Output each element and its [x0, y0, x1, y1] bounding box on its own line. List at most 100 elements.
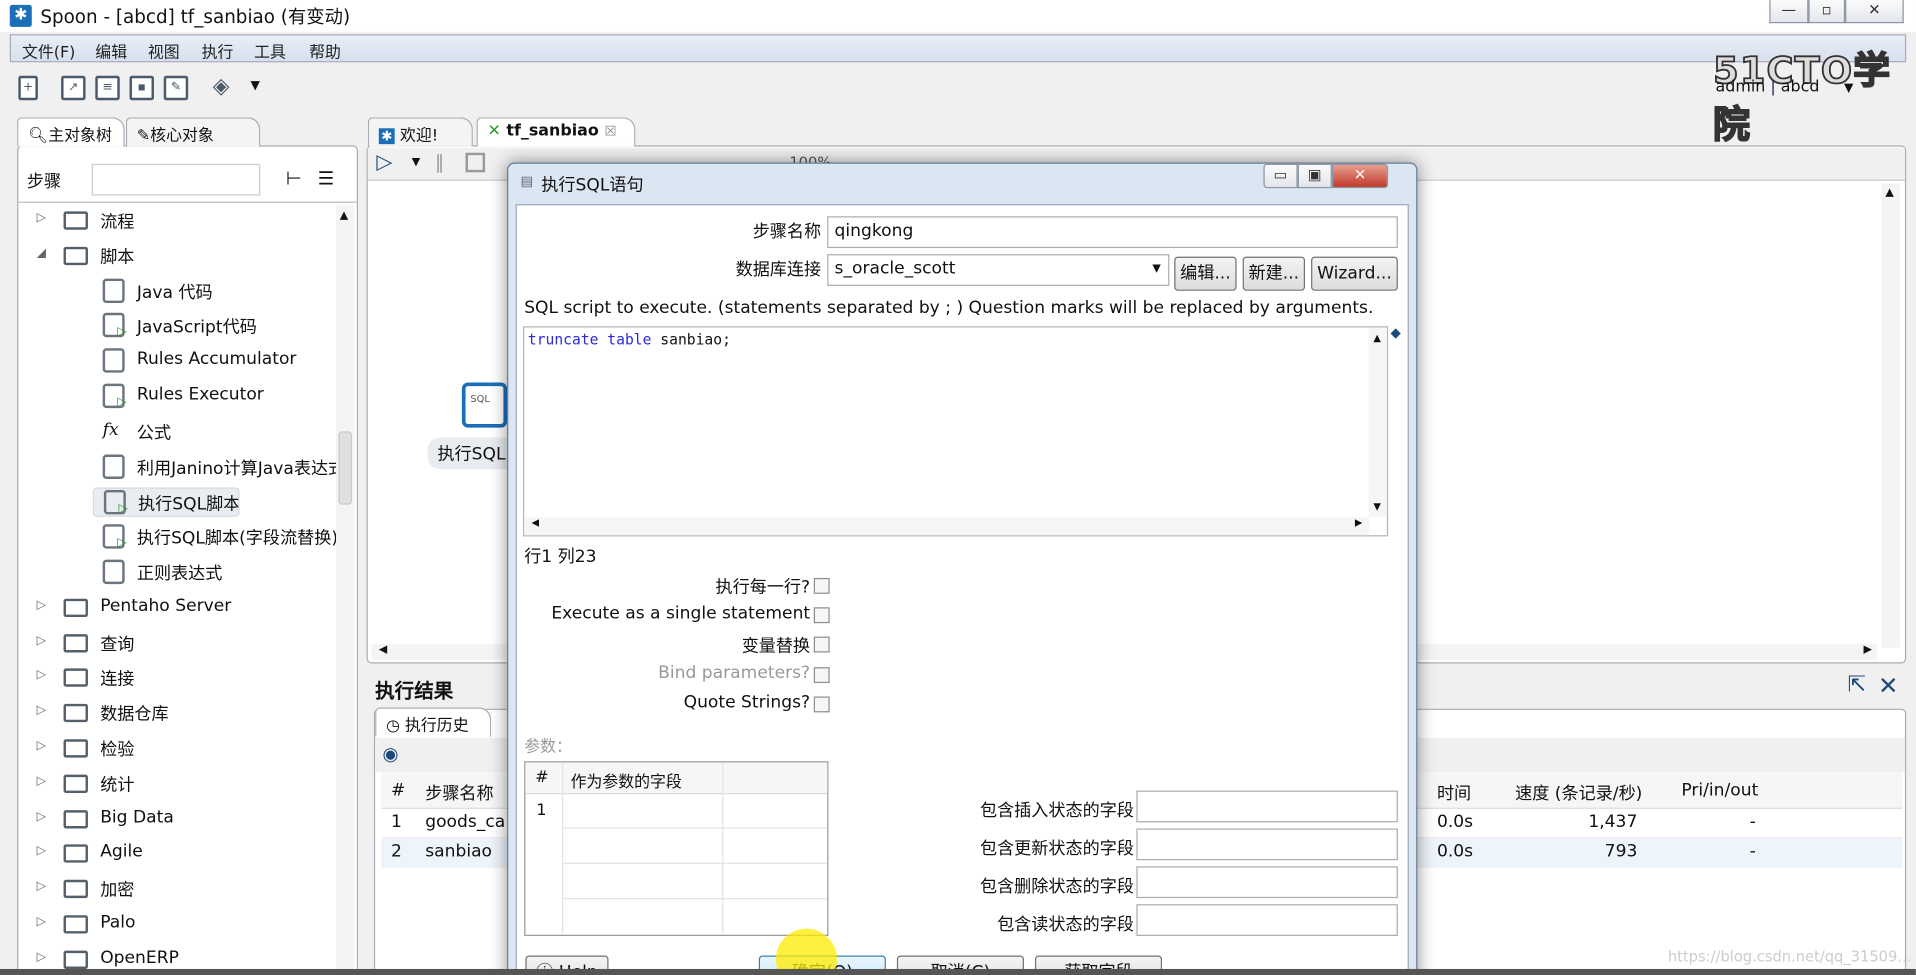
- tree-item[interactable]: ▷ 流程: [27, 207, 339, 236]
- collapse-all-icon[interactable]: ☰: [318, 167, 334, 189]
- option-checkbox[interactable]: [813, 607, 830, 624]
- explore-icon[interactable]: ≡: [95, 75, 120, 101]
- tab-main-tree[interactable]: 🔍︎主对象树: [17, 117, 125, 147]
- expand-icon[interactable]: ▷: [37, 845, 46, 858]
- menu-file[interactable]: 文件(F): [22, 39, 75, 62]
- close-panel-icon[interactable]: ✕: [1878, 671, 1898, 700]
- wizard-button[interactable]: Wizard...: [1311, 256, 1398, 291]
- tree-item[interactable]: ▷ 查询: [27, 629, 339, 658]
- run-icon[interactable]: ▷: [376, 150, 392, 174]
- tab-core-objects[interactable]: ✎核心对象: [125, 117, 261, 147]
- menu-tools[interactable]: 工具: [254, 39, 286, 62]
- run-dropdown-icon[interactable]: ▼: [412, 156, 420, 168]
- save-as-icon[interactable]: ✎: [163, 75, 189, 101]
- layers-icon[interactable]: ◈: [213, 73, 230, 99]
- col-num[interactable]: #: [391, 781, 405, 801]
- maximize-panel-icon[interactable]: ⇱: [1848, 672, 1866, 698]
- sql-vscrollbar[interactable]: ▲ ▼: [1368, 327, 1387, 517]
- tree-item[interactable]: Rules Executor: [27, 382, 339, 411]
- status-field-input[interactable]: [1136, 828, 1398, 861]
- tree-item[interactable]: Java 代码: [27, 277, 339, 306]
- save-icon[interactable]: ▪: [129, 75, 154, 101]
- tab-welcome[interactable]: ✱ 欢迎!: [367, 117, 473, 147]
- expand-icon[interactable]: ▷: [37, 669, 46, 682]
- tree-item[interactable]: ▷ 连接: [27, 664, 339, 693]
- tree-scroll-thumb[interactable]: [338, 431, 352, 505]
- expand-icon[interactable]: ▷: [37, 950, 46, 963]
- expand-icon[interactable]: ▷: [37, 915, 46, 928]
- tree-item[interactable]: 利用Janino计算Java表达式: [27, 453, 338, 482]
- menu-view[interactable]: 视图: [148, 39, 180, 62]
- stop-icon[interactable]: [465, 152, 486, 173]
- tab-tf-sanbiao[interactable]: ✕ tf_sanbiao ☒: [476, 117, 636, 147]
- dialog-close-button[interactable]: ✕: [1331, 163, 1389, 189]
- status-field-input[interactable]: [1136, 866, 1398, 899]
- tree-item[interactable]: ▷ Agile: [27, 840, 339, 869]
- option-checkbox[interactable]: [813, 577, 830, 594]
- tree-item[interactable]: ▷ Palo: [27, 910, 339, 939]
- sql-hscrollbar[interactable]: ◀ ▶: [524, 516, 1370, 536]
- tree-item[interactable]: ▷ 统计: [27, 770, 339, 799]
- tree-item[interactable]: Rules Accumulator: [27, 347, 339, 376]
- expanded-icon[interactable]: ◢: [37, 247, 46, 260]
- edit-connection-button[interactable]: 编辑...: [1174, 256, 1237, 291]
- option-checkbox[interactable]: [813, 637, 830, 653]
- user-info[interactable]: admin | abcd ▼: [1716, 78, 1854, 96]
- tree-item[interactable]: ▷ Pentaho Server: [27, 594, 339, 623]
- user-dropdown-icon[interactable]: ▼: [1844, 82, 1853, 95]
- close-button[interactable]: ✕: [1845, 0, 1904, 24]
- expand-icon[interactable]: ▷: [37, 704, 46, 717]
- sql-step-label[interactable]: 执行SQL: [427, 437, 516, 470]
- new-connection-button[interactable]: 新建...: [1242, 256, 1305, 291]
- tree-item[interactable]: ▷ 检验: [27, 734, 339, 763]
- view-icon[interactable]: ◉: [382, 743, 398, 765]
- sql-editor[interactable]: truncate table sanbiao; ▲ ▼ ◀ ▶: [522, 326, 1389, 537]
- menu-run[interactable]: 执行: [202, 39, 234, 62]
- expand-icon[interactable]: ▷: [37, 634, 46, 647]
- option-checkbox[interactable]: [813, 666, 830, 683]
- expand-icon[interactable]: ▷: [37, 880, 46, 893]
- expand-icon[interactable]: ▷: [37, 774, 46, 787]
- tree-item[interactable]: ▷ Big Data: [27, 805, 339, 834]
- tab-close-icon[interactable]: ☒: [604, 123, 616, 139]
- menu-edit[interactable]: 编辑: [95, 39, 127, 62]
- col-pri[interactable]: Pri/in/out: [1681, 781, 1758, 801]
- canvas-vscrollbar[interactable]: ▲: [1881, 183, 1901, 648]
- tree-item[interactable]: fx 公式: [27, 418, 339, 447]
- tree-item[interactable]: 执行SQL脚本(字段流替换): [27, 523, 339, 552]
- minimize-button[interactable]: —: [1769, 0, 1809, 24]
- dialog-maximize-button[interactable]: ▣: [1297, 163, 1332, 189]
- expand-icon[interactable]: ▷: [37, 739, 46, 752]
- dialog-minimize-button[interactable]: ▭: [1263, 163, 1298, 189]
- params-col-num[interactable]: #: [535, 769, 548, 787]
- sql-step-node[interactable]: SQL: [461, 382, 508, 428]
- step-name-input[interactable]: qingkong: [827, 216, 1398, 249]
- col-time[interactable]: 时间: [1437, 781, 1471, 805]
- tree-item[interactable]: ▷ 加密: [27, 875, 339, 904]
- maximize-button[interactable]: ▫: [1808, 0, 1846, 24]
- col-step-name[interactable]: 步骤名称: [425, 781, 493, 805]
- option-checkbox[interactable]: [813, 696, 830, 713]
- pause-icon[interactable]: ‖: [435, 152, 444, 174]
- status-field-input[interactable]: [1136, 790, 1398, 823]
- tree-item[interactable]: 执行SQL脚本: [92, 488, 240, 518]
- tree-item[interactable]: ◢ 脚本: [27, 242, 339, 271]
- tree-item[interactable]: ▷ 数据仓库: [27, 699, 339, 728]
- params-table[interactable]: # 作为参数的字段 1: [524, 761, 829, 936]
- menu-help[interactable]: 帮助: [309, 39, 341, 62]
- params-col-field[interactable]: 作为参数的字段: [571, 769, 682, 791]
- tree-item[interactable]: 正则表达式: [27, 558, 339, 587]
- expand-icon[interactable]: ▷: [37, 598, 46, 611]
- open-icon[interactable]: ↗: [61, 75, 86, 101]
- new-file-icon[interactable]: +: [18, 75, 38, 101]
- tree-item[interactable]: JavaScript代码: [27, 312, 339, 341]
- expand-icon[interactable]: ▷: [37, 211, 46, 224]
- layers-dropdown-icon[interactable]: ▼: [250, 79, 259, 92]
- expand-all-icon[interactable]: ⊢: [286, 167, 302, 189]
- step-search-input[interactable]: [91, 163, 261, 196]
- status-field-input[interactable]: [1136, 904, 1398, 936]
- expand-icon[interactable]: ▷: [37, 810, 46, 823]
- tab-exec-history[interactable]: ◷ 执行历史: [375, 707, 492, 737]
- variable-icon[interactable]: ◆: [1391, 325, 1401, 341]
- db-connection-select[interactable]: s_oracle_scott ▼: [827, 254, 1170, 286]
